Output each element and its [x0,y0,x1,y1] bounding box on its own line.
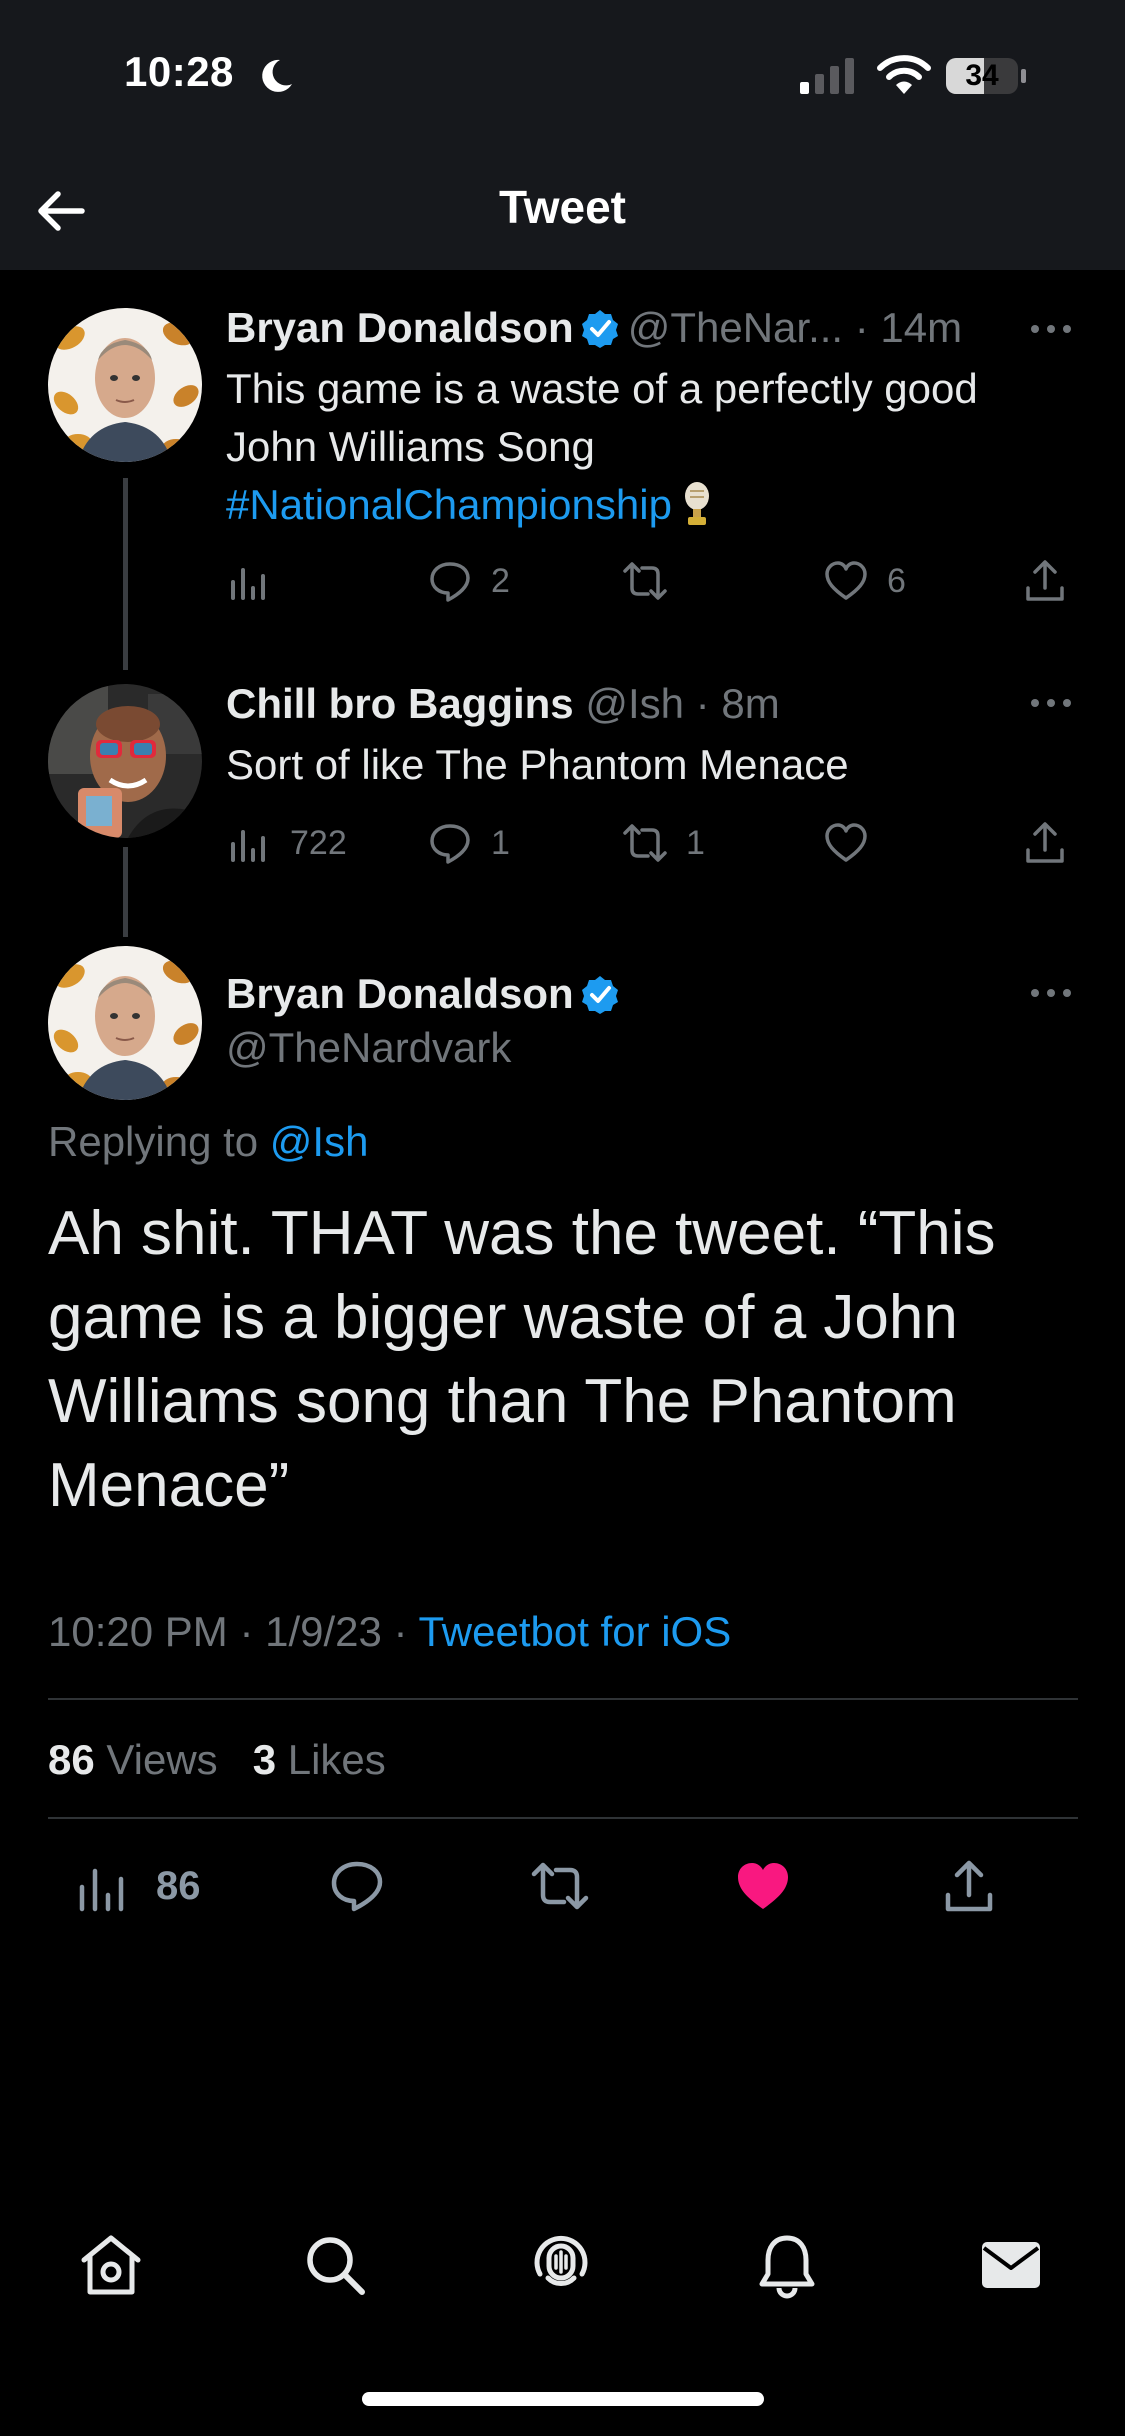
retweet-icon [623,562,667,600]
likes-label[interactable]: Likes [288,1736,386,1783]
handle-and-time: @Ish · 8m [585,680,780,727]
like-action[interactable] [734,1856,792,1916]
tweet-stats: 86 Views 3 Likes [48,1736,386,1784]
tweet-text: Ah shit. THAT was the tweet. “This game … [48,1199,996,1520]
verified-badge-icon [581,310,618,348]
tweet-text-line: John Williams Song [226,423,595,470]
likes-count: 3 [252,1736,277,1783]
time-date: 10:20 PM · 1/9/23 · [48,1608,419,1655]
hashtag-link[interactable]: #NationalChampionship [226,481,672,528]
views-label[interactable]: Views [106,1736,217,1783]
share-icon [1026,560,1064,601]
handle-and-time: @TheNar... · 14m [627,304,963,351]
avatar[interactable] [48,308,202,462]
reply-icon [331,1861,383,1912]
more-options-icon[interactable] [1028,986,1074,1000]
views-count: 722 [290,823,347,862]
notifications-icon[interactable] [752,2230,822,2300]
avatar[interactable] [48,946,202,1100]
more-options-icon[interactable] [1028,322,1074,336]
display-name[interactable]: Chill bro Baggins [226,680,574,727]
views-icon [231,568,265,600]
views-count: 86 [156,1863,201,1908]
thread-line [123,478,128,670]
trophy-icon [684,482,709,525]
avatar-image [48,946,202,1100]
reply-count: 1 [491,823,510,862]
views-icon [231,830,265,862]
avatar-image [48,308,202,462]
views-action[interactable]: 722 [226,818,347,868]
avatar[interactable] [48,684,202,838]
spaces-icon[interactable] [526,2230,596,2300]
replying-to: Replying to @Ish [48,1118,368,1166]
tweet-timestamp: 10:20 PM · 1/9/23 · Tweetbot for iOS [48,1608,731,1656]
status-time: 10:28 [124,48,234,95]
share-action[interactable] [1022,556,1068,606]
retweet-action[interactable] [622,556,668,606]
messages-icon[interactable] [976,2230,1046,2300]
reply-icon [430,824,470,864]
views-action[interactable]: 86 [74,1856,201,1916]
tweet-text: This game is a waste of a perfectly good… [226,360,1086,534]
moon-icon [262,59,292,92]
views-icon [79,1868,124,1912]
heart-outline-icon [825,823,867,862]
more-options-icon[interactable] [1028,696,1074,710]
battery-level: 34 [965,59,999,92]
wifi-icon [877,55,931,94]
status-bar: 10:28 34 [0,0,1125,150]
views-count: 86 [48,1736,95,1783]
verified-badge-icon [581,976,618,1014]
views-action[interactable] [226,556,272,606]
like-count: 6 [887,561,906,600]
author-handle[interactable]: @TheNardvark [226,1024,511,1072]
home-icon[interactable] [76,2230,146,2300]
reply-action[interactable]: 2 [427,556,510,606]
home-indicator[interactable] [362,2392,764,2406]
replying-to-handle[interactable]: @Ish [270,1118,369,1165]
client-source-link[interactable]: Tweetbot for iOS [418,1608,731,1655]
reply-count: 2 [491,561,510,600]
retweet-icon [623,824,667,862]
tweet-text-line: This game is a waste of a perfectly good [226,365,978,412]
reply-icon [430,562,470,602]
like-action[interactable] [823,818,869,868]
retweet-action[interactable]: 1 [622,818,705,868]
page-title: Tweet [499,181,626,233]
author-name-line: Bryan Donaldson [226,970,628,1018]
reply-action[interactable]: 1 [427,818,510,868]
tweet-header: Bryan Donaldson @TheNar... · 14m [226,304,962,352]
display-name[interactable]: Bryan Donaldson [226,304,574,351]
retweet-icon [531,1862,589,1910]
display-name[interactable]: Bryan Donaldson [226,970,574,1017]
reply-action[interactable] [328,1856,386,1916]
share-icon [1026,822,1064,863]
like-action[interactable]: 6 [823,556,906,606]
divider [48,1698,1078,1700]
tab-bar [0,2230,1125,2320]
retweet-action[interactable] [531,1856,589,1916]
share-action[interactable] [1022,818,1068,868]
tweet-header: Chill bro Baggins @Ish · 8m [226,680,780,728]
cellular-signal-icon [800,58,854,94]
heart-outline-icon [825,561,867,600]
heart-filled-icon [738,1863,788,1909]
retweet-count: 1 [686,823,705,862]
tweet-text: Sort of like The Phantom Menace [226,741,849,788]
divider [48,1817,1078,1819]
avatar-image [48,684,202,838]
thread-line [123,847,128,937]
share-icon [945,1860,993,1912]
search-icon[interactable] [300,2230,370,2300]
replying-to-label: Replying to [48,1118,259,1165]
share-action[interactable] [940,1856,998,1916]
navigation-bar: Tweet [0,150,1125,270]
